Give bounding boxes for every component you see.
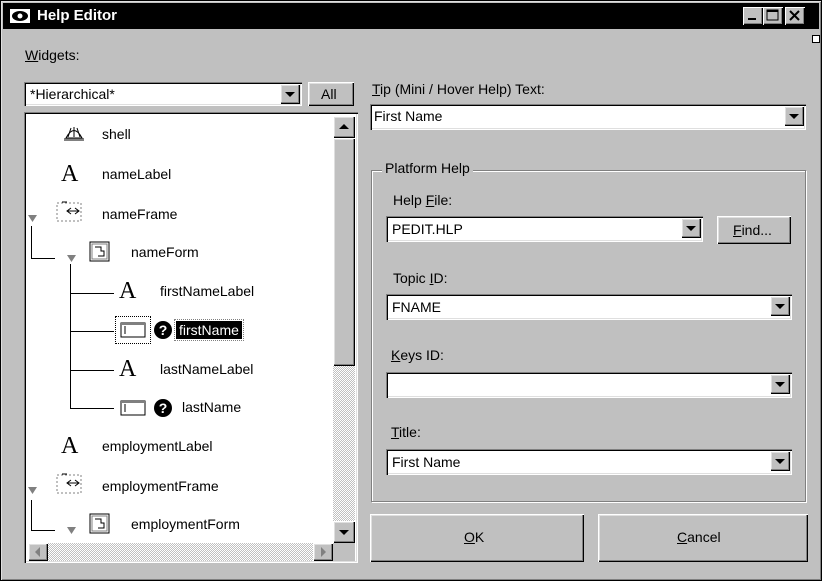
scroll-left-arrow-icon[interactable] [28, 543, 48, 561]
scroll-up-arrow-icon[interactable] [333, 116, 355, 138]
help-file-label: Help File: [393, 192, 453, 208]
vertical-scroll-thumb[interactable] [333, 138, 355, 366]
frame-icon [55, 200, 85, 224]
help-question-icon: ? [153, 320, 173, 343]
help-question-icon: ? [153, 398, 173, 421]
dropdown-arrow-icon[interactable] [784, 106, 804, 126]
maximize-button[interactable] [763, 7, 783, 25]
tree-connector [70, 408, 114, 409]
all-button[interactable]: All [308, 82, 354, 106]
textfield-icon [120, 400, 146, 416]
minimize-button[interactable] [743, 7, 763, 25]
tree-item-last-name[interactable]: lastName [182, 399, 241, 415]
expanded-triangle-icon[interactable] [28, 210, 38, 226]
scroll-right-arrow-icon[interactable] [313, 543, 333, 561]
scroll-down-arrow-icon[interactable] [333, 521, 355, 543]
keys-id-combo[interactable] [386, 372, 792, 398]
tip-text-value: First Name [374, 108, 443, 124]
svg-text:?: ? [159, 400, 168, 416]
tree-connector [70, 370, 114, 371]
tree-connector [31, 258, 55, 259]
tree-item-employment-frame[interactable]: employmentFrame [102, 478, 219, 494]
close-button[interactable] [785, 7, 805, 25]
tree-item-last-name-label[interactable]: lastNameLabel [160, 361, 253, 377]
resize-grip-icon[interactable] [812, 35, 820, 43]
tree-connector [31, 500, 32, 530]
form-icon [88, 512, 112, 536]
platform-help-group-label: Platform Help [382, 160, 473, 176]
expanded-triangle-icon[interactable] [28, 482, 38, 498]
frame-icon [55, 472, 85, 496]
ok-button[interactable]: OK [370, 514, 584, 562]
widgets-label: Widgets: [25, 47, 80, 63]
shell-icon [60, 122, 88, 144]
find-button[interactable]: Find... [717, 216, 791, 244]
tree-connector [31, 226, 32, 258]
help-file-combo[interactable]: PEDIT.HLP [386, 216, 703, 242]
dropdown-arrow-icon[interactable] [770, 374, 790, 394]
label-a-icon: A [119, 278, 137, 304]
widgets-filter-value: *Hierarchical* [30, 86, 115, 102]
window-title: Help Editor [37, 7, 118, 24]
tip-text-combo[interactable]: First Name [370, 104, 806, 130]
keys-id-label: Keys ID: [391, 347, 444, 363]
app-eye-icon [9, 6, 31, 26]
title-bar[interactable]: Help Editor [3, 3, 819, 29]
dropdown-arrow-icon[interactable] [770, 296, 790, 316]
label-a-icon: A [119, 356, 137, 382]
tree-connector [31, 530, 55, 531]
form-icon [88, 240, 112, 264]
help-file-value: PEDIT.HLP [392, 221, 463, 237]
expanded-triangle-icon[interactable] [67, 522, 77, 538]
tree-connector [70, 264, 71, 409]
tree-item-employment-label[interactable]: employmentLabel [102, 438, 213, 454]
tree-item-name-form[interactable]: nameForm [131, 244, 199, 260]
scroll-corner [333, 543, 355, 561]
topic-id-value: FNAME [392, 299, 441, 315]
label-a-icon: A [61, 161, 79, 187]
tree-horizontal-scrollbar[interactable] [28, 543, 333, 561]
tree-item-name-label[interactable]: nameLabel [102, 166, 171, 182]
tree-item-name-frame[interactable]: nameFrame [102, 206, 177, 222]
tip-text-label: Tip (Mini / Hover Help) Text: [372, 81, 545, 97]
title-combo[interactable]: First Name [386, 449, 792, 475]
tree-connector [70, 293, 114, 294]
title-value: First Name [392, 454, 461, 470]
dropdown-arrow-icon[interactable] [280, 84, 300, 104]
svg-text:?: ? [159, 322, 168, 338]
title-label: Title: [391, 424, 421, 440]
tree-item-shell[interactable]: shell [102, 126, 131, 142]
label-a-icon: A [61, 433, 79, 459]
tree-item-employment-form[interactable]: employmentForm [131, 516, 240, 532]
dropdown-arrow-icon[interactable] [770, 451, 790, 471]
tree-item-first-name[interactable]: firstName [174, 319, 244, 341]
textfield-icon [120, 322, 146, 338]
dropdown-arrow-icon[interactable] [681, 218, 701, 238]
tree-item-first-name-label[interactable]: firstNameLabel [160, 283, 254, 299]
widgets-filter-combo[interactable]: *Hierarchical* [24, 82, 302, 106]
tree-connector [70, 331, 114, 332]
topic-id-combo[interactable]: FNAME [386, 294, 792, 320]
topic-id-label: Topic ID: [393, 270, 448, 286]
expanded-triangle-icon[interactable] [67, 250, 77, 266]
cancel-button[interactable]: Cancel [598, 514, 808, 562]
